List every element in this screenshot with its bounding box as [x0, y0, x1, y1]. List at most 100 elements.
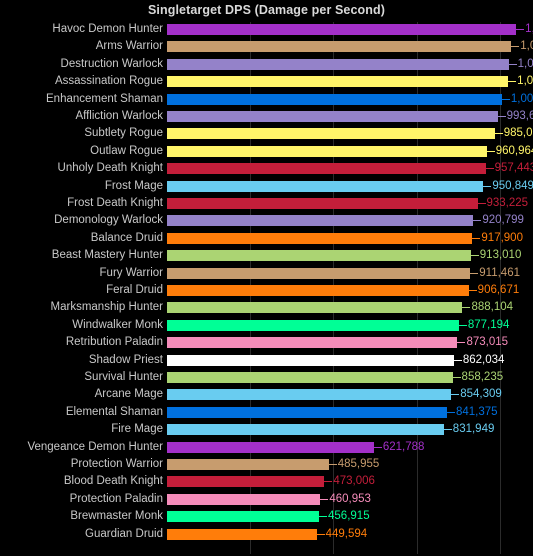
bar-row: Frost Mage 950,849: [105, 179, 533, 196]
bar-value-label: 473,006: [333, 475, 375, 488]
category-label: Havoc Demon Hunter: [52, 23, 163, 35]
bar-row: Beast Mastery Hunter 913,010: [52, 248, 533, 265]
category-label: Arcane Mage: [94, 388, 163, 401]
bar-row: Destruction Warlock 1,026,880: [61, 57, 533, 74]
category-label: Destruction Warlock: [60, 57, 163, 70]
bar-value-label: 831,949: [452, 423, 495, 436]
category-label: Feral Druid: [106, 284, 163, 296]
category-label: Guardian Druid: [85, 527, 163, 540]
bar-row: Balance Druid 917,900: [91, 231, 533, 248]
category-label: Fury Warrior: [99, 266, 163, 279]
category-label: Brewmaster Monk: [70, 510, 163, 523]
bar: [167, 163, 486, 175]
bar-value-connector: [472, 237, 481, 239]
bar-value-connector: [485, 168, 494, 170]
bar-value-label: 917,900: [481, 231, 523, 244]
bar-value-label: 960,964: [495, 144, 533, 157]
category-label: Subtlety Rogue: [84, 127, 163, 140]
bar-value-connector: [457, 342, 466, 344]
bar-value-label: 920,799: [482, 214, 524, 227]
plot-area: Havoc Demon Hunter 1,049,390 Arms Warrior 1…: [27, 22, 533, 554]
bar-row: Brewmaster Monk 456,915: [70, 509, 533, 526]
bar: [167, 285, 469, 296]
category-label: Beast Mastery Hunter: [51, 249, 163, 262]
bar: [167, 476, 325, 488]
bar: [167, 180, 484, 192]
bar-value-connector: [373, 446, 382, 448]
bar-value-connector: [443, 429, 452, 431]
bar-value-label: 985,028: [503, 127, 533, 140]
bar-row: Fire Mage 831,949: [111, 422, 533, 439]
bar-value-label: 485,955: [337, 458, 380, 470]
bar-row: Arms Warrior 1,034,680: [96, 39, 533, 56]
bar-row: Marksmanship Hunter 888,104: [51, 300, 533, 317]
bar-value-connector: [483, 185, 492, 187]
bar-row: Protection Warrior 485,955: [71, 457, 533, 474]
bar-value-connector: [516, 29, 525, 30]
bar-row: Affliction Warlock 993,672: [75, 109, 533, 126]
bar-value-connector: [452, 377, 461, 378]
bar-row: Protection Paladin 460,953: [70, 492, 533, 509]
bar-value-connector: [319, 516, 328, 518]
bar-row: Shadow Priest 862,034: [89, 353, 533, 370]
category-label: Retribution Paladin: [65, 336, 163, 349]
bar-row: Elemental Shaman 841,375: [66, 405, 533, 422]
bar-value-connector: [494, 133, 503, 135]
bar: [167, 250, 471, 262]
category-label: Survival Hunter: [84, 371, 163, 383]
bar-value-label: 460,953: [329, 492, 371, 505]
bar-value-label: 877,194: [467, 318, 510, 331]
category-label: Demonology Warlock: [54, 214, 163, 227]
bar-value-connector: [458, 324, 467, 326]
bar-value-label: 993,672: [506, 110, 533, 122]
bar-value-label: 1,034,680: [520, 40, 533, 53]
bar-value-label: 957,443: [494, 162, 533, 175]
bar-row: Unholy Death Knight 957,443: [58, 161, 533, 178]
bar-value-connector: [320, 498, 329, 500]
category-label: Protection Warrior: [70, 458, 163, 470]
bar: [167, 459, 329, 470]
bar: [167, 441, 374, 453]
bar: [167, 511, 320, 523]
bar: [167, 24, 517, 35]
bar-value-label: 1,006,490: [510, 92, 533, 105]
bar-value-connector: [451, 394, 460, 396]
bar: [167, 93, 502, 105]
bar-row: Windwalker Monk 877,194: [72, 318, 533, 335]
bar-row: Subtlety Rogue 985,028: [84, 126, 533, 143]
bar-row: Frost Death Knight 933,225: [67, 196, 533, 213]
bar-value-connector: [497, 116, 506, 117]
bar-value-label: 933,225: [486, 197, 529, 209]
singletarget-dps-bar-chart: Singletarget DPS (Damage per Second) Hav…: [0, 0, 533, 556]
bar: [167, 111, 498, 122]
bar-value-label: 888,104: [471, 301, 514, 314]
bar-row: Blood Death Knight 473,006: [64, 474, 533, 491]
bar: [167, 424, 444, 436]
bar-value-connector: [511, 46, 520, 48]
bar-row: Guardian Druid 449,594: [85, 527, 533, 544]
bar-value-label: 858,235: [461, 371, 504, 383]
bar: [167, 372, 453, 383]
bar: [167, 354, 454, 366]
bar: [167, 302, 463, 314]
bar: [167, 319, 459, 331]
bar-value-connector: [446, 411, 455, 413]
bar-value-label: 854,309: [460, 388, 502, 401]
bar-value-connector: [508, 63, 517, 65]
bar-row: Havoc Demon Hunter 1,049,390: [52, 22, 533, 39]
bar-row: Survival Hunter 858,235: [84, 370, 533, 387]
bar-row: Retribution Paladin 873,015: [66, 335, 533, 352]
category-label: Shadow Priest: [88, 353, 163, 366]
bar-value-label: 911,461: [479, 266, 520, 279]
category-label: Unholy Death Knight: [57, 162, 163, 175]
category-label: Frost Mage: [104, 179, 163, 192]
category-label: Blood Death Knight: [63, 475, 163, 488]
category-label: Enhancement Shaman: [46, 92, 163, 105]
category-label: Protection Paladin: [69, 492, 163, 505]
bar-value-connector: [316, 533, 325, 535]
bar-row: Feral Druid 906,671: [106, 283, 533, 300]
category-label: Marksmanship Hunter: [50, 301, 163, 314]
bar: [167, 232, 473, 244]
bar-value-connector: [486, 150, 495, 152]
bar-row: Arcane Mage 854,309: [95, 387, 533, 404]
